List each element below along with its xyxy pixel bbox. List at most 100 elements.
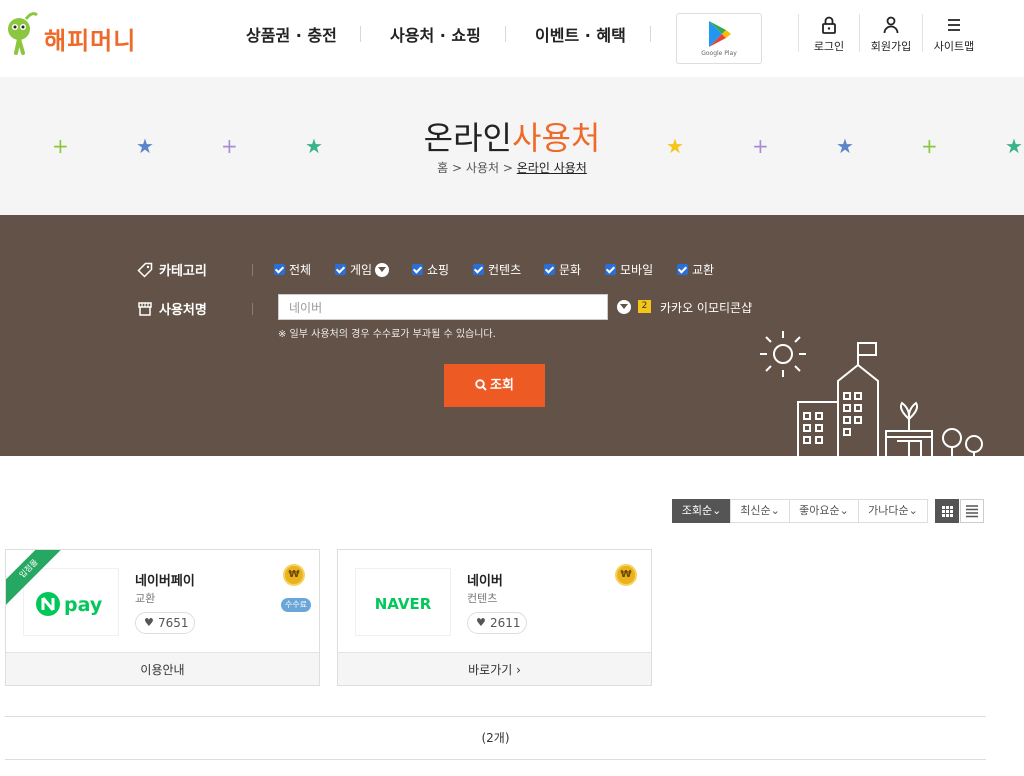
- sort-by-views[interactable]: 조회순⌄: [672, 499, 731, 523]
- sort-name-label: 가나다순: [868, 504, 909, 517]
- town-illustration-icon: [760, 331, 983, 456]
- breadcrumb-home[interactable]: 홈: [437, 161, 448, 175]
- checkbox-icon: [335, 264, 346, 275]
- store-name: 네이버: [467, 574, 503, 589]
- tag-icon: [137, 262, 153, 278]
- nav-divider: [650, 26, 651, 42]
- category-label-text: 카테고리: [159, 264, 207, 279]
- page-title-plain: 온라인: [423, 119, 512, 157]
- naver-logo: NAVER: [355, 568, 451, 636]
- breadcrumb-usage[interactable]: 사용처: [466, 161, 499, 175]
- chevron-down-icon[interactable]: [375, 263, 390, 277]
- category-exchange-label: 교환: [692, 263, 715, 277]
- signup-label: 회원가입: [870, 40, 912, 53]
- search-button[interactable]: 조회: [444, 364, 545, 407]
- user-icon: [883, 16, 899, 34]
- heart-icon: ♥: [144, 616, 154, 629]
- checkbox-icon: [473, 264, 484, 275]
- category-checkbox-shopping[interactable]: 쇼핑: [412, 261, 449, 278]
- category-culture-label: 문화: [559, 263, 582, 277]
- category-checkbox-all[interactable]: 전체: [274, 261, 311, 278]
- store-category: 교환: [135, 592, 156, 605]
- store-category: 컨텐츠: [467, 592, 498, 605]
- like-count: 7651: [158, 616, 189, 630]
- sort-likes-label: 좋아요순: [799, 504, 840, 517]
- site-header: 해피머니 상품권 · 충전 사용처 · 쇼핑 이벤트 · 혜택 Google P…: [0, 0, 1024, 77]
- category-checkbox-mobile[interactable]: 모바일: [605, 261, 653, 278]
- won-coin-icon: ₩: [283, 564, 305, 586]
- checkbox-icon: [677, 264, 688, 275]
- result-count: (2개): [5, 716, 986, 760]
- category-checkbox-exchange[interactable]: 교환: [677, 261, 714, 278]
- sort-views-label: 조회순: [681, 504, 713, 517]
- name-label: 사용처명: [137, 299, 207, 318]
- checkbox-icon: [544, 264, 555, 275]
- naver-logo-icon: NAVER: [375, 595, 432, 613]
- util-divider: [859, 14, 860, 52]
- search-button-label: 조회: [490, 378, 514, 393]
- sitemap-link[interactable]: 사이트맵: [926, 14, 982, 58]
- nav-divider: [360, 26, 361, 42]
- checkbox-icon: [605, 264, 616, 275]
- lock-icon: [822, 16, 836, 34]
- svg-text:NAVER: NAVER: [375, 595, 432, 613]
- list-icon: [966, 505, 978, 518]
- nav-item-event[interactable]: 이벤트 · 혜택: [535, 22, 626, 45]
- row-divider: [252, 303, 253, 315]
- svg-text:pay: pay: [64, 594, 103, 616]
- sort-by-latest[interactable]: 최신순⌄: [730, 499, 790, 523]
- like-button[interactable]: ♥ 2611: [467, 612, 527, 634]
- row-divider: [252, 264, 253, 276]
- sitemap-label: 사이트맵: [933, 40, 975, 53]
- login-link[interactable]: 로그인: [801, 14, 857, 58]
- store-card-naver[interactable]: NAVER 네이버 컨텐츠 ♥ 2611 ₩ 바로가기 ›: [337, 549, 652, 686]
- nav-item-usage[interactable]: 사용처 · 쇼핑: [390, 22, 481, 45]
- store-name-input[interactable]: [278, 294, 608, 320]
- sort-by-likes[interactable]: 좋아요순⌄: [789, 499, 859, 523]
- popular-keyword-link[interactable]: 카카오 이모티콘샵: [660, 299, 752, 316]
- grid-view-button[interactable]: [935, 499, 959, 523]
- search-icon: [475, 379, 487, 391]
- page-title-accent: 사용처: [512, 119, 601, 157]
- go-to-store-button[interactable]: 바로가기 ›: [338, 652, 651, 685]
- chevron-down-icon: ⌄: [839, 504, 849, 517]
- nav-divider: [505, 26, 506, 42]
- brand-logo[interactable]: 해피머니: [4, 9, 164, 57]
- naverpay-logo: pay: [23, 568, 119, 636]
- store-card-naverpay[interactable]: pay 입점몰 네이버페이 교환 ♥ 7651 ₩ 수수료 이용안내: [5, 549, 320, 686]
- usage-guide-button[interactable]: 이용안내: [6, 652, 319, 685]
- mascot-icon: [8, 12, 38, 55]
- category-contents-label: 컨텐츠: [488, 263, 522, 277]
- category-label: 카테고리: [137, 260, 207, 279]
- checkbox-icon: [412, 264, 423, 275]
- util-divider: [798, 14, 799, 52]
- google-play-button[interactable]: Google Play: [676, 13, 762, 64]
- breadcrumb: 홈 > 사용처 > 온라인 사용처: [0, 159, 1024, 176]
- login-label: 로그인: [813, 40, 845, 53]
- name-label-text: 사용처명: [159, 303, 207, 318]
- category-checkbox-contents[interactable]: 컨텐츠: [473, 261, 521, 278]
- sort-by-name[interactable]: 가나다순⌄: [858, 499, 928, 523]
- won-coin-icon: ₩: [615, 564, 637, 586]
- category-checkbox-game[interactable]: 게임: [335, 261, 390, 278]
- chevron-down-icon: ⌄: [770, 504, 780, 517]
- category-shopping-label: 쇼핑: [427, 263, 450, 277]
- chevron-down-icon[interactable]: [617, 300, 631, 314]
- signup-link[interactable]: 회원가입: [863, 14, 919, 58]
- page-title: 온라인사용처: [0, 113, 1024, 159]
- menu-icon: [948, 19, 960, 31]
- checkbox-icon: [274, 264, 285, 275]
- chevron-right-icon: >: [452, 161, 463, 175]
- category-checkbox-culture[interactable]: 문화: [544, 261, 581, 278]
- search-panel: 카테고리 전체 게임 쇼핑 컨텐츠 문화 모바일 교환 사용처명 2 카카오 이…: [0, 215, 1024, 456]
- chevron-down-icon: ⌄: [908, 504, 918, 517]
- store-icon: [138, 302, 152, 316]
- heart-icon: ♥: [476, 616, 486, 629]
- list-view-button[interactable]: [960, 499, 984, 523]
- breadcrumb-current[interactable]: 온라인 사용처: [517, 161, 587, 175]
- like-button[interactable]: ♥ 7651: [135, 612, 195, 634]
- store-name: 네이버페이: [135, 574, 195, 589]
- sort-latest-label: 최신순: [740, 504, 771, 517]
- nav-item-giftcard[interactable]: 상품권 · 충전: [246, 22, 337, 45]
- title-band: + ★ + ★ ★ + ★ + ★ 온라인사용처 홈 > 사용처 > 온라인 사…: [0, 77, 1024, 215]
